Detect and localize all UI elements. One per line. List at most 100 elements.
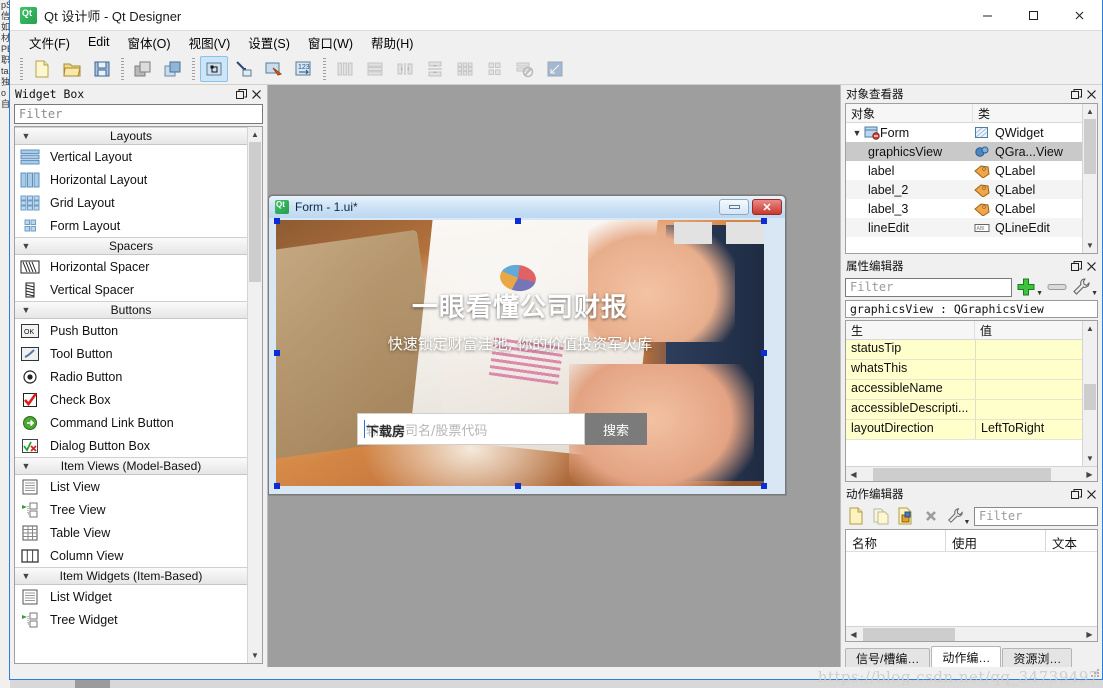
add-plus-icon[interactable]: ▼ — [1016, 277, 1043, 297]
scroll-track[interactable] — [1083, 119, 1097, 238]
column-header-class[interactable]: 类 — [973, 104, 1082, 122]
chevron-down-icon[interactable]: ▼ — [850, 128, 864, 138]
close-icon[interactable] — [1084, 487, 1099, 502]
widget-item-grid-layout[interactable]: Grid Layout — [15, 191, 247, 214]
widget-item-tree-view[interactable]: Tree View — [15, 498, 247, 521]
scroll-down-icon[interactable]: ▼ — [248, 648, 262, 663]
tab-action-editor[interactable]: 动作编… — [931, 646, 1002, 667]
scroll-track[interactable] — [861, 466, 1082, 481]
wrench-icon[interactable]: ▼ — [1071, 277, 1098, 297]
form-minimize-button[interactable] — [719, 199, 749, 215]
object-inspector-scrollbar[interactable]: ▲ ▼ — [1082, 104, 1097, 253]
widget-item-form-layout[interactable]: Form Layout — [15, 214, 247, 237]
form-window[interactable]: Form - 1.ui* ✕ — [268, 195, 786, 495]
property-value[interactable] — [976, 380, 1082, 399]
property-row-accessibledescription[interactable]: accessibleDescripti... — [846, 400, 1082, 420]
undock-icon[interactable] — [234, 87, 249, 102]
adjust-size-icon[interactable] — [541, 56, 569, 82]
form-body[interactable]: 一眼看懂公司财报 快速锁定财富洼地, 你的价值投资军火库 输入公司名/股票代码 … — [269, 218, 785, 494]
layout-grid-icon[interactable] — [451, 56, 479, 82]
resize-grip[interactable] — [1090, 668, 1100, 678]
widget-item-vertical-spacer[interactable]: Vertical Spacer — [15, 278, 247, 301]
widget-item-push-button[interactable]: OK Push Button — [15, 319, 247, 342]
widget-item-check-box[interactable]: Check Box — [15, 388, 247, 411]
scroll-track[interactable] — [248, 142, 262, 648]
property-filter-input[interactable]: Filter — [845, 277, 1013, 297]
close-icon[interactable] — [1084, 259, 1099, 274]
selection-handle-bottom-left[interactable] — [274, 483, 280, 489]
column-header-name[interactable]: 名称 — [846, 530, 946, 551]
scroll-thumb[interactable] — [863, 627, 955, 641]
form-titlebar[interactable]: Form - 1.ui* ✕ — [269, 196, 785, 218]
menu-settings[interactable]: 设置(S) — [239, 31, 299, 54]
widget-box-scrollbar[interactable]: ▲ ▼ — [247, 127, 262, 663]
widget-item-column-view[interactable]: Column View — [15, 544, 247, 567]
menu-edit[interactable]: Edit — [79, 33, 119, 51]
tab-resource-browser[interactable]: 资源浏… — [1002, 648, 1073, 667]
action-editor-hscrollbar[interactable]: ◀ ▶ — [846, 626, 1097, 641]
column-header-object[interactable]: 对象 — [846, 104, 973, 122]
menu-help[interactable]: 帮助(H) — [362, 31, 422, 54]
tab-signal-slot-editor[interactable]: 信号/槽编… — [845, 648, 931, 667]
selection-handle-top-left[interactable] — [274, 218, 280, 224]
scroll-right-icon[interactable]: ▶ — [1082, 470, 1097, 479]
widget-item-tree-widget[interactable]: Tree Widget — [15, 608, 247, 631]
scroll-up-icon[interactable]: ▲ — [248, 127, 262, 142]
property-editor-scrollbar[interactable]: ▲ ▼ — [1082, 321, 1097, 466]
tree-row-form[interactable]: ▼ Form QWidget — [846, 123, 1082, 142]
selection-handle-bottom-center[interactable] — [515, 483, 521, 489]
column-header-value[interactable]: 值 — [975, 321, 1082, 339]
tree-row-label-2[interactable]: label_2 QLabel — [846, 180, 1082, 199]
menu-form[interactable]: 窗体(O) — [119, 31, 180, 54]
property-value[interactable] — [976, 400, 1082, 419]
property-value[interactable] — [976, 340, 1082, 359]
widget-group-item-widgets[interactable]: ▼ Item Widgets (Item-Based) — [15, 567, 247, 585]
save-icon[interactable] — [88, 56, 116, 82]
menu-view[interactable]: 视图(V) — [180, 31, 240, 54]
undock-icon[interactable] — [1069, 87, 1084, 102]
close-icon[interactable] — [1056, 0, 1102, 31]
selection-handle-middle-right[interactable] — [761, 350, 767, 356]
widget-item-list-view[interactable]: List View — [15, 475, 247, 498]
widget-group-spacers[interactable]: ▼ Spacers — [15, 237, 247, 255]
redo-icon[interactable] — [159, 56, 187, 82]
widget-item-tool-button[interactable]: Tool Button — [15, 342, 247, 365]
property-editor-hscrollbar[interactable]: ◀ ▶ — [846, 466, 1097, 481]
action-rows[interactable] — [846, 552, 1097, 626]
widget-item-horizontal-layout[interactable]: Horizontal Layout — [15, 168, 247, 191]
widget-item-dialog-button-box[interactable]: Dialog Button Box — [15, 434, 247, 457]
column-header-property[interactable]: 生 — [846, 321, 975, 339]
property-row-statustip[interactable]: statusTip — [846, 340, 1082, 360]
selection-handle-bottom-right[interactable] — [761, 483, 767, 489]
search-button[interactable]: 搜索 — [585, 413, 647, 445]
scroll-thumb[interactable] — [249, 142, 261, 282]
search-input[interactable]: 输入公司名/股票代码 下载房 — [357, 413, 585, 445]
delete-action-icon[interactable] — [920, 506, 942, 526]
edit-widgets-icon[interactable] — [200, 56, 228, 82]
widget-item-vertical-layout[interactable]: Vertical Layout — [15, 145, 247, 168]
maximize-icon[interactable] — [1010, 0, 1056, 31]
widget-group-buttons[interactable]: ▼ Buttons — [15, 301, 247, 319]
remove-minus-icon[interactable] — [1047, 281, 1067, 293]
copy-action-icon[interactable] — [870, 506, 892, 526]
menu-window[interactable]: 窗口(W) — [299, 31, 362, 54]
tree-row-lineedit[interactable]: lineEdit ABI QLineEdit — [846, 218, 1082, 237]
widget-item-horizontal-spacer[interactable]: Horizontal Spacer — [15, 255, 247, 278]
new-action-icon[interactable] — [845, 506, 867, 526]
property-row-accessiblename[interactable]: accessibleName — [846, 380, 1082, 400]
widget-item-command-link-button[interactable]: Command Link Button — [15, 411, 247, 434]
edit-tab-order-icon[interactable]: 123 — [290, 56, 318, 82]
action-filter-input[interactable]: Filter — [974, 506, 1098, 526]
scroll-down-icon[interactable]: ▼ — [1083, 451, 1097, 466]
tree-row-label-3[interactable]: label_3 QLabel — [846, 199, 1082, 218]
layout-vertically-icon[interactable] — [361, 56, 389, 82]
close-icon[interactable] — [249, 87, 264, 102]
widget-box-filter-input[interactable]: Filter — [14, 104, 263, 124]
edit-buddies-icon[interactable] — [260, 56, 288, 82]
scroll-up-icon[interactable]: ▲ — [1083, 104, 1097, 119]
property-row-layoutdirection[interactable]: layoutDirection LeftToRight — [846, 420, 1082, 440]
scroll-thumb[interactable] — [873, 467, 1051, 481]
menu-file[interactable]: 文件(F) — [20, 31, 79, 54]
scroll-right-icon[interactable]: ▶ — [1082, 630, 1097, 639]
scroll-down-icon[interactable]: ▼ — [1083, 238, 1097, 253]
